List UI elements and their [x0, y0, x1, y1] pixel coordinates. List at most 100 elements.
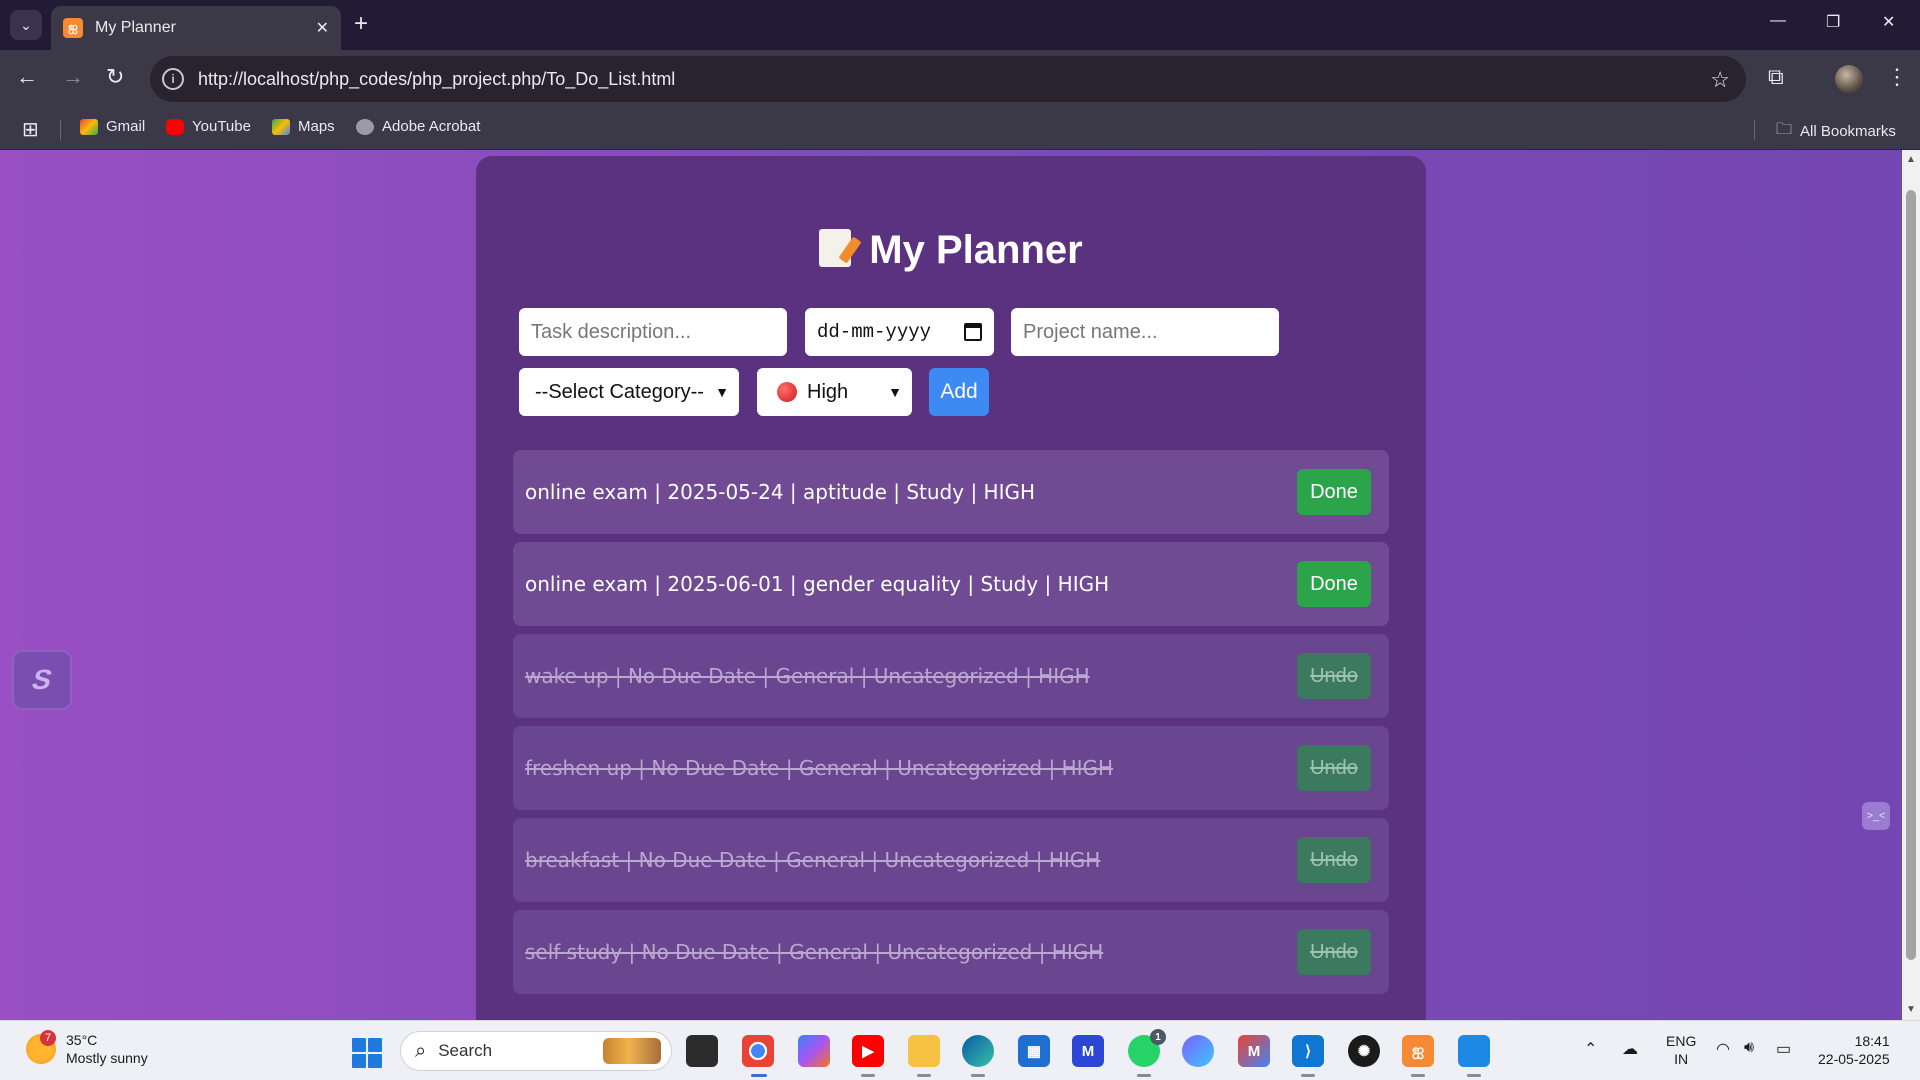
- add-task-button[interactable]: Add: [929, 368, 989, 416]
- task-text: breakfast | No Due Date | General | Unca…: [525, 848, 1101, 872]
- teams-icon[interactable]: M: [1072, 1035, 1104, 1067]
- language-code: ENG: [1666, 1033, 1697, 1049]
- region-code: IN: [1674, 1051, 1689, 1067]
- browser-toolbar: ← → ↻ i http://localhost/php_codes/php_p…: [0, 50, 1920, 108]
- search-highlight-art: [603, 1038, 661, 1064]
- minimize-icon[interactable]: —: [1770, 12, 1786, 30]
- microsoft-store-icon[interactable]: ▦: [1018, 1035, 1050, 1067]
- task-text: freshen up | No Due Date | General | Unc…: [525, 756, 1114, 780]
- reload-icon[interactable]: ↻: [106, 65, 124, 89]
- windows-start-icon[interactable]: [352, 1038, 382, 1068]
- task-view-icon[interactable]: [686, 1035, 718, 1067]
- edge-icon[interactable]: [962, 1035, 994, 1067]
- onedrive-cloud-icon[interactable]: ☁: [1622, 1039, 1638, 1059]
- back-icon[interactable]: ←: [16, 65, 38, 89]
- menu-dots-icon[interactable]: ⋮: [1886, 64, 1908, 90]
- copilot-app-icon[interactable]: [1182, 1035, 1214, 1067]
- youtube-icon: [166, 118, 184, 135]
- weather-widget[interactable]: 7 35°C Mostly sunny: [26, 1030, 148, 1067]
- running-indicator: [1137, 1074, 1151, 1077]
- undo-button[interactable]: Undo: [1297, 837, 1371, 883]
- extensions-icon[interactable]: ⧉: [1768, 64, 1784, 90]
- wifi-icon[interactable]: ◠: [1716, 1039, 1730, 1059]
- bookmark-maps[interactable]: Maps: [272, 118, 335, 135]
- tab-title: My Planner: [95, 19, 176, 36]
- forward-icon[interactable]: →: [62, 65, 84, 89]
- scroll-thumb[interactable]: [1906, 190, 1916, 960]
- bookmark-adobe-acrobat[interactable]: Adobe Acrobat: [356, 118, 480, 135]
- running-indicator: [917, 1074, 931, 1077]
- window-close-icon[interactable]: ✕: [1882, 12, 1895, 32]
- clock-date: 22-05-2025: [1818, 1051, 1890, 1067]
- task-text: online exam | 2025-05-24 | aptitude | St…: [525, 480, 1036, 504]
- clock-time: 18:41: [1854, 1033, 1890, 1049]
- url-text[interactable]: http://localhost/php_codes/php_project.p…: [198, 69, 675, 90]
- project-name-placeholder: Project name...: [1023, 320, 1158, 343]
- running-indicator: [861, 1074, 875, 1077]
- bookmark-youtube[interactable]: YouTube: [166, 118, 251, 135]
- side-assistant-widget[interactable]: S: [12, 650, 72, 710]
- chevron-up-icon[interactable]: ⌃: [1584, 1039, 1597, 1059]
- tab-search-dropdown-icon[interactable]: ⌄: [10, 10, 42, 40]
- all-bookmarks[interactable]: 🗀 All Bookmarks: [1776, 118, 1896, 145]
- profile-avatar[interactable]: [1835, 65, 1863, 93]
- bookmark-star-icon[interactable]: ☆: [1710, 67, 1730, 93]
- new-tab-icon[interactable]: +: [354, 12, 368, 36]
- bookmarks-divider: [1754, 120, 1755, 140]
- priority-selected: High: [807, 380, 849, 403]
- gmail-app-icon[interactable]: M: [1238, 1035, 1270, 1067]
- restore-icon[interactable]: ❐: [1826, 12, 1840, 32]
- undo-button[interactable]: Undo: [1297, 653, 1371, 699]
- page-viewport: S >_< My Planner Task description... dd-…: [0, 150, 1920, 1020]
- page-scrollbar[interactable]: ▲ ▼: [1902, 150, 1920, 1020]
- paint-icon[interactable]: [1458, 1035, 1490, 1067]
- xampp-icon[interactable]: ஐ: [1402, 1035, 1434, 1067]
- category-select[interactable]: --Select Category-- ▼: [519, 368, 739, 416]
- done-button[interactable]: Done: [1297, 561, 1371, 607]
- lightning-icon: S: [28, 664, 56, 695]
- page-title: My Planner: [476, 228, 1426, 273]
- taskbar-search[interactable]: ⌕ Search: [400, 1031, 672, 1071]
- search-icon: ⌕: [415, 1039, 427, 1062]
- youtube-app-icon[interactable]: ▶: [852, 1035, 884, 1067]
- address-bar[interactable]: i http://localhost/php_codes/php_project…: [150, 56, 1746, 102]
- date-placeholder: dd-mm-yyyy: [817, 321, 932, 343]
- chevron-down-icon: ▼: [715, 384, 729, 400]
- bookmarks-bar: ⊞ Gmail YouTube Maps Adobe Acrobat 🗀 All…: [0, 108, 1920, 150]
- vscode-icon[interactable]: ⟩: [1292, 1035, 1324, 1067]
- system-clock[interactable]: 18:41 22-05-2025: [1818, 1032, 1890, 1068]
- calendar-icon[interactable]: [964, 323, 982, 341]
- browser-tab[interactable]: ஐ My Planner ✕: [51, 6, 341, 50]
- done-button[interactable]: Done: [1297, 469, 1371, 515]
- chatgpt-icon[interactable]: ✺: [1348, 1035, 1380, 1067]
- due-date-input[interactable]: dd-mm-yyyy: [805, 308, 994, 356]
- folder-icon: 🗀: [1776, 121, 1793, 138]
- scroll-down-icon[interactable]: ▼: [1906, 1004, 1916, 1015]
- scroll-up-icon[interactable]: ▲: [1906, 154, 1916, 165]
- undo-button[interactable]: Undo: [1297, 745, 1371, 791]
- task-text: wake up | No Due Date | General | Uncate…: [525, 664, 1090, 688]
- whatsapp-badge: 1: [1150, 1029, 1166, 1045]
- undo-button[interactable]: Undo: [1297, 929, 1371, 975]
- project-name-input[interactable]: Project name...: [1011, 308, 1279, 356]
- volume-icon[interactable]: 🔊︎: [1744, 1039, 1754, 1057]
- priority-select[interactable]: High ▼: [757, 368, 912, 416]
- language-indicator[interactable]: ENG IN: [1666, 1032, 1696, 1068]
- copilot-icon[interactable]: [798, 1035, 830, 1067]
- task-description-input[interactable]: Task description...: [519, 308, 787, 356]
- whatsapp-icon[interactable]: 1: [1128, 1029, 1166, 1067]
- close-tab-icon[interactable]: ✕: [316, 18, 329, 38]
- side-panel-toggle-icon[interactable]: >_<: [1862, 802, 1890, 830]
- file-explorer-icon[interactable]: [908, 1035, 940, 1067]
- task-description-placeholder: Task description...: [531, 320, 692, 343]
- bookmark-label: YouTube: [192, 118, 251, 135]
- apps-grid-icon[interactable]: ⊞: [22, 117, 39, 142]
- task-item-completed: breakfast | No Due Date | General | Unca…: [513, 818, 1389, 902]
- task-item-completed: wake up | No Due Date | General | Uncate…: [513, 634, 1389, 718]
- battery-icon[interactable]: ▭: [1776, 1039, 1791, 1059]
- running-indicator: [1467, 1074, 1481, 1077]
- site-info-icon[interactable]: i: [162, 68, 184, 90]
- page-title-text: My Planner: [869, 228, 1083, 272]
- bookmark-gmail[interactable]: Gmail: [80, 118, 145, 135]
- chrome-icon[interactable]: [742, 1035, 774, 1067]
